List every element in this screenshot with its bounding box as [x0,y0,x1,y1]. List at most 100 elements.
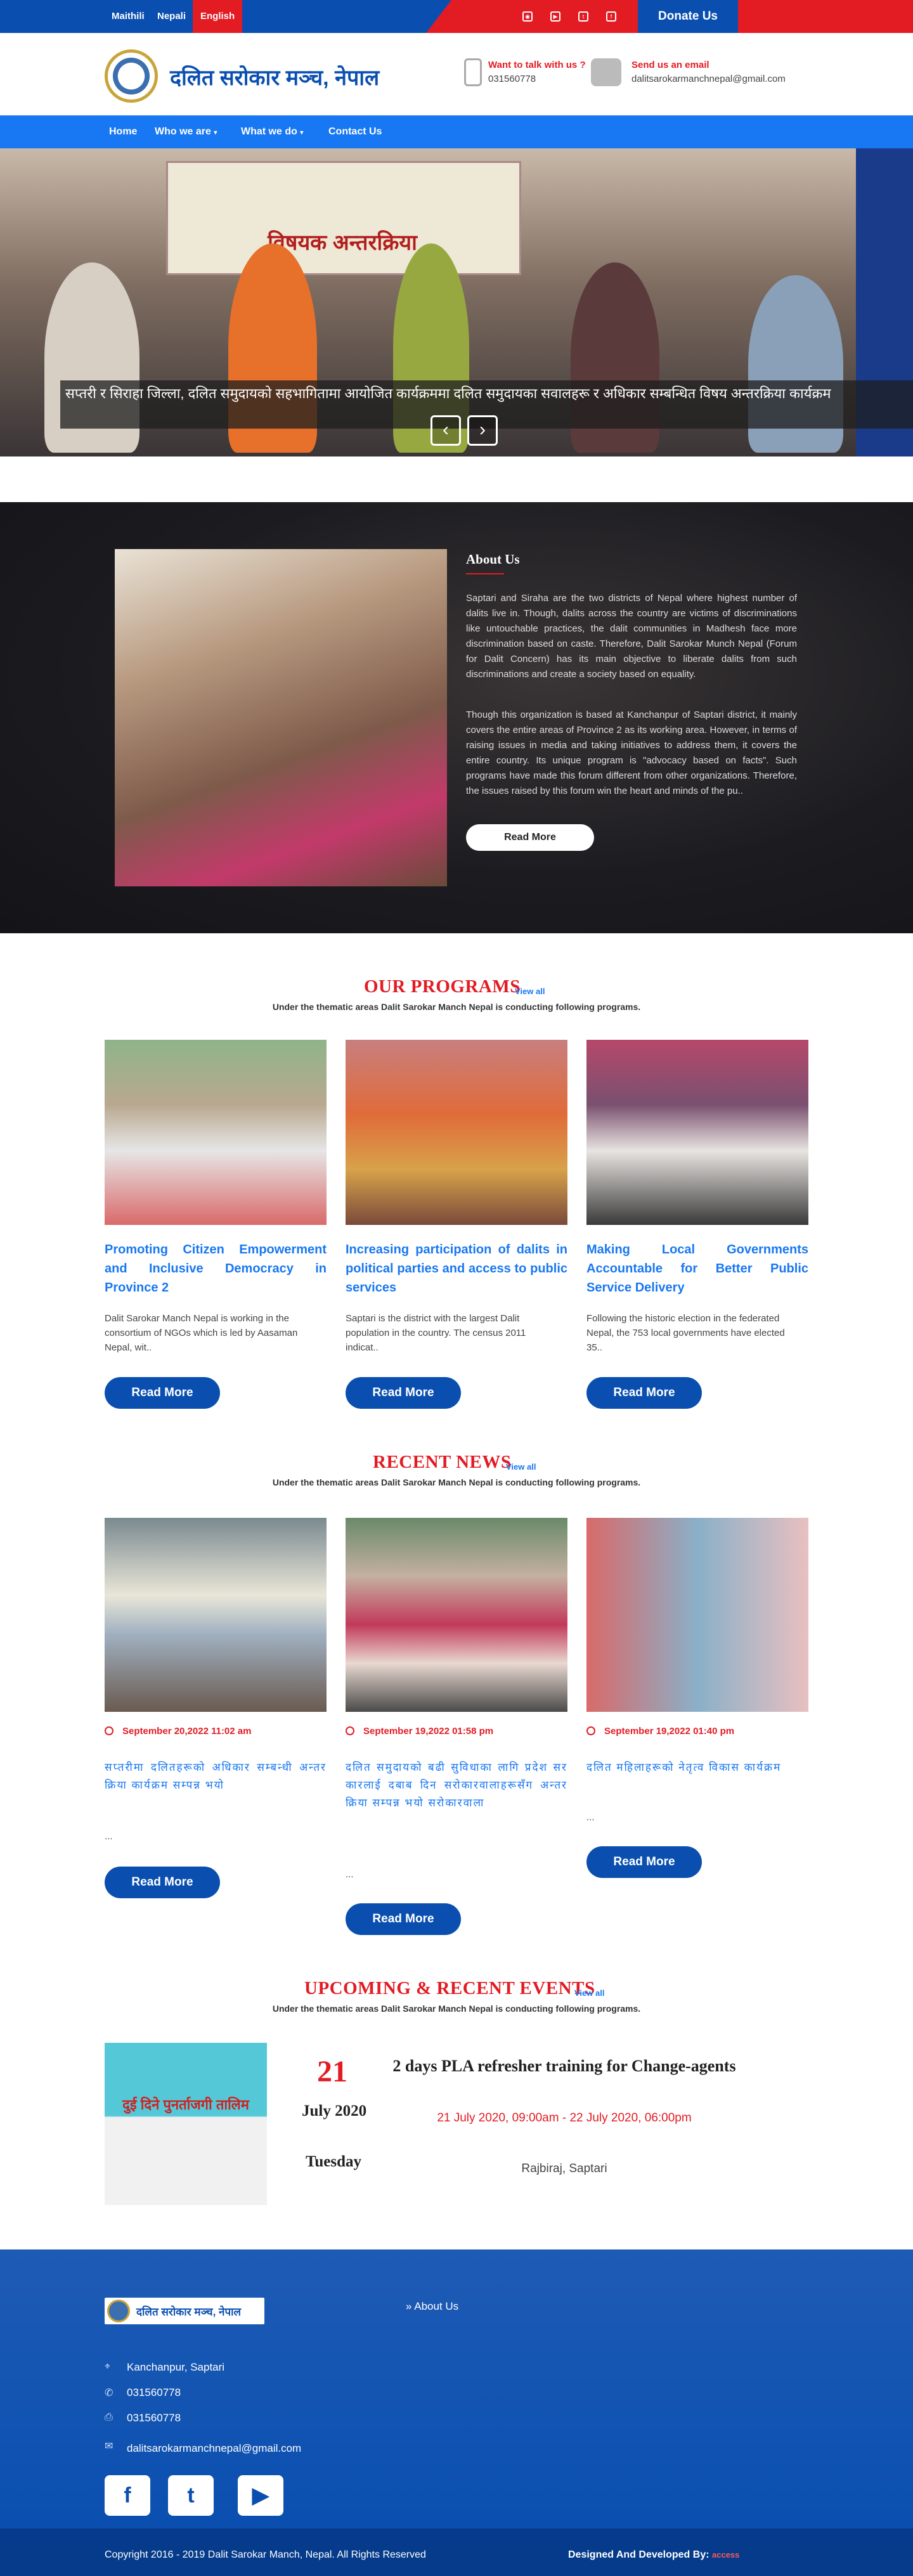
events-view-all-link[interactable]: View all [574,1988,604,1998]
lang-english[interactable]: English [193,0,243,33]
footer-logo-title: दलित सरोकार मञ्च, नेपाल [136,2306,242,2318]
footer-logo-emblem [107,2300,130,2322]
twitter-icon[interactable]: t [168,2475,214,2516]
site-logo[interactable] [105,49,158,103]
news-ellipsis: ... [105,1831,113,1842]
news-headline[interactable]: दलित महिलाहरूको नेतृत्व विकास कार्यक्रम [586,1759,808,1777]
lang-nepali[interactable]: Nepali [150,0,193,33]
facebook-icon[interactable]: f [606,11,616,22]
news-read-more-button[interactable]: Read More [105,1867,220,1898]
about-paragraph-2: Though this organization is based at Kan… [466,709,797,796]
developer-link[interactable]: access [712,2550,739,2560]
about-paragraph-1: Saptari and Siraha are the two districts… [466,593,797,680]
program-title[interactable]: Making Local Governments Accountable for… [586,1240,808,1297]
event-place: Rajbiraj, Saptari [521,2162,607,2175]
event-title[interactable]: 2 days PLA refresher training for Change… [380,2057,748,2076]
news-image[interactable] [586,1518,808,1712]
news-date: September 19,2022 01:40 pm [586,1726,734,1737]
nav-what-we-do-label: What we do [241,126,297,137]
event-poster-heading: दुई दिने पुनर्ताजगी तालिम [122,2097,249,2113]
news-image[interactable] [105,1518,327,1712]
program-read-more-button[interactable]: Read More [105,1377,220,1409]
email-icon [591,58,621,86]
instagram-icon[interactable]: ◉ [522,11,533,22]
phone-icon: ✆ [105,2388,113,2398]
facebook-icon[interactable]: f [105,2475,150,2516]
phone-value[interactable]: 031560778 [488,74,536,84]
program-image[interactable] [586,1040,808,1225]
news-title: RECENT NEWS [373,1452,512,1472]
program-description: Saptari is the district with the largest… [346,1313,526,1353]
events-title: UPCOMING & RECENT EVENTS [304,1978,595,1998]
program-title[interactable]: Increasing participation of dalits in po… [346,1240,567,1297]
program-read-more-button[interactable]: Read More [346,1377,461,1409]
program-title[interactable]: Promoting Citizen Empowerment and Inclus… [105,1240,327,1297]
about-read-more-button[interactable]: Read More [466,824,594,851]
clock-icon [346,1726,354,1735]
news-read-more-button[interactable]: Read More [586,1846,702,1878]
programs-title: OUR PROGRAMS [364,976,521,997]
chevron-right-icon: » [406,2300,415,2312]
phone-label: Want to talk with us ? [488,60,586,70]
footer-link-about[interactable]: » About Us [406,2300,458,2313]
about-image [115,549,447,886]
news-date-text: September 19,2022 01:40 pm [604,1726,735,1737]
slide-banner [166,161,521,275]
donate-button[interactable]: Donate Us [638,0,738,33]
event-month-year: July 2020 [302,2102,367,2120]
slide-banner-text: विषयक अन्तरक्रिया [268,231,417,255]
footer-address: Kanchanpur, Saptari [127,2361,225,2373]
footer-link-about-label: About Us [414,2300,459,2312]
site-title[interactable]: दलित सरोकार मञ्च, नेपाल [170,62,379,91]
developer-label: Designed And Developed By: [568,2549,709,2560]
developer-credit: Designed And Developed By: access [568,2549,739,2561]
slider-prev-button[interactable]: ‹ [431,415,461,446]
top-bar: Maithili Nepali English ◉ ▶ t f Donate U… [0,0,913,33]
clock-icon [105,1726,113,1735]
footer-logo[interactable]: दलित सरोकार मञ्च, नेपाल [105,2298,264,2324]
phone-icon [464,58,482,86]
twitter-icon[interactable]: t [578,11,588,22]
nav-home[interactable]: Home [109,115,137,148]
clock-icon [586,1726,595,1735]
news-date-text: September 20,2022 11:02 am [122,1726,252,1737]
nav-who-we-are[interactable]: Who we are ▾ [155,115,217,150]
event-weekday: Tuesday [306,2153,362,2170]
about-title: About Us [466,552,520,567]
event-day: 21 [317,2055,347,2088]
program-image[interactable] [346,1040,567,1225]
program-image[interactable] [105,1040,327,1225]
event-poster[interactable]: दुई दिने पुनर्ताजगी तालिम [105,2043,267,2205]
news-view-all-link[interactable]: View all [506,1462,536,1472]
news-date: September 19,2022 01:58 pm [346,1726,493,1737]
program-description: Dalit Sarokar Manch Nepal is working in … [105,1313,298,1353]
about-divider [466,573,504,574]
footer-phone[interactable]: 031560778 [127,2386,181,2399]
copyright-text: Copyright 2016 - 2019 Dalit Sarokar Manc… [105,2549,426,2560]
caret-down-icon: ▾ [214,129,217,136]
fax-icon: ⎙ [105,2412,113,2423]
main-nav: Home Who we are ▾ What we do ▾ Contact U… [0,115,913,148]
news-image[interactable] [346,1518,567,1712]
news-headline[interactable]: सप्तरीमा दलितहरूको अधिकार सम्बन्धी अन्तर… [105,1759,327,1794]
slider-next-button[interactable]: › [467,415,498,446]
nav-what-we-do[interactable]: What we do ▾ [241,115,303,150]
events-subtitle: Under the thematic areas Dalit Sarokar M… [272,2003,641,2014]
news-subtitle: Under the thematic areas Dalit Sarokar M… [272,1477,641,1487]
news-ellipsis: ... [586,1812,595,1823]
news-ellipsis: ... [346,1869,354,1880]
nav-contact-us[interactable]: Contact Us [328,115,382,148]
footer-email[interactable]: dalitsarokarmanchnepal@gmail.com [127,2442,301,2455]
lang-maithili[interactable]: Maithili [104,0,152,33]
program-read-more-button[interactable]: Read More [586,1377,702,1409]
news-date: September 20,2022 11:02 am [105,1726,251,1737]
youtube-icon[interactable]: ▶ [550,11,560,22]
news-headline[interactable]: दलित समुदायको बढी सुविधाका लागि प्रदेश स… [346,1759,567,1812]
email-value[interactable]: dalitsarokarmanchnepal@gmail.com [631,74,786,84]
news-date-text: September 19,2022 01:58 pm [363,1726,494,1737]
program-description: Following the historic election in the f… [586,1313,785,1353]
caret-down-icon: ▾ [300,129,304,136]
news-read-more-button[interactable]: Read More [346,1903,461,1935]
programs-view-all-link[interactable]: View all [515,987,545,996]
youtube-icon[interactable]: ▶ [238,2475,283,2516]
